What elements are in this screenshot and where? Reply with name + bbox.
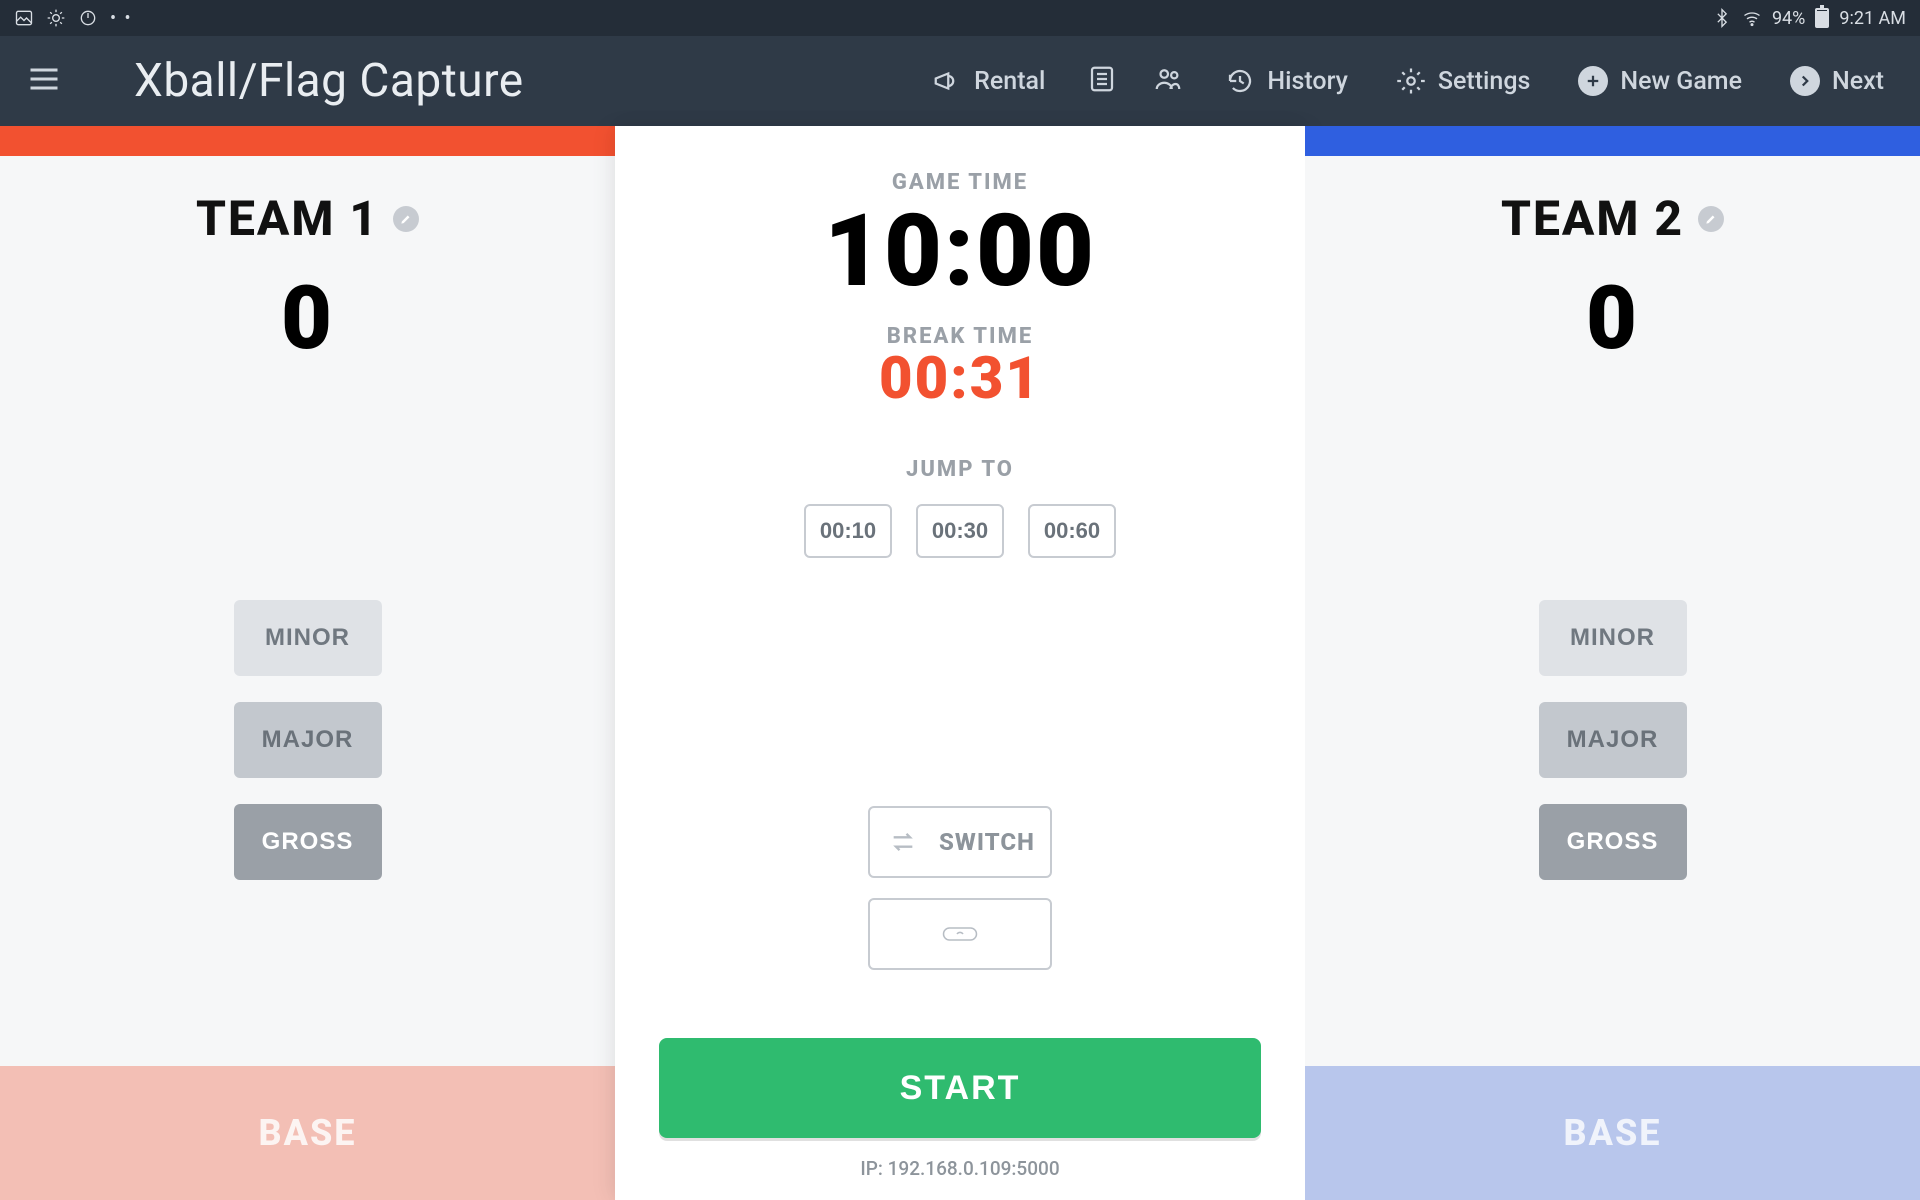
- settings-label: Settings: [1438, 67, 1531, 96]
- team2-base-button[interactable]: BASE: [1305, 1066, 1920, 1200]
- rental-label: Rental: [974, 67, 1045, 96]
- main-content: TEAM 1 0 MINOR MAJOR GROSS BASE GAME TIM…: [0, 126, 1920, 1200]
- team2-panel: TEAM 2 0 MINOR MAJOR GROSS BASE: [1305, 126, 1920, 1200]
- team2-score[interactable]: 0: [1586, 267, 1639, 370]
- jump-to-label: JUMP TO: [906, 457, 1014, 482]
- history-icon: [1225, 66, 1255, 96]
- rental-button[interactable]: Rental: [920, 58, 1057, 104]
- team2-name-row: TEAM 2: [1501, 190, 1724, 247]
- image-icon: [14, 8, 34, 28]
- start-button[interactable]: START: [659, 1038, 1261, 1138]
- android-statusbar: • • 94% 9:21 AM: [0, 0, 1920, 36]
- team1-score[interactable]: 0: [281, 267, 334, 370]
- power-icon: [78, 8, 98, 28]
- center-panel: GAME TIME 10:00 BREAK TIME 00:31 JUMP TO…: [615, 126, 1305, 1200]
- statusbar-left: • •: [14, 8, 133, 29]
- jump-to-row: 00:10 00:30 00:60: [804, 504, 1116, 558]
- new-game-label: New Game: [1620, 67, 1742, 96]
- clock-time: 9:21 AM: [1839, 8, 1906, 29]
- team2-penalties: MINOR MAJOR GROSS: [1539, 600, 1687, 880]
- list-button[interactable]: [1081, 56, 1123, 106]
- team2-gross-button[interactable]: GROSS: [1539, 804, 1687, 880]
- game-time-label: GAME TIME: [892, 170, 1028, 195]
- hamburger-icon: [26, 61, 62, 97]
- sun-icon: [46, 8, 66, 28]
- next-button[interactable]: Next: [1778, 58, 1896, 104]
- statusbar-right: 94% 9:21 AM: [1712, 8, 1906, 29]
- jump-10-button[interactable]: 00:10: [804, 504, 892, 558]
- team1-color-stripe: [0, 126, 615, 156]
- break-time-value: 00:31: [879, 345, 1041, 413]
- plus-circle-icon: [1578, 66, 1608, 96]
- dots-icon: • •: [110, 8, 133, 29]
- team2-major-button[interactable]: MAJOR: [1539, 702, 1687, 778]
- battery-icon: [1815, 8, 1829, 28]
- history-label: History: [1267, 67, 1348, 96]
- team1-penalties: MINOR MAJOR GROSS: [234, 600, 382, 880]
- team1-edit-button[interactable]: [393, 206, 419, 232]
- team1-base-button[interactable]: BASE: [0, 1066, 615, 1200]
- team1-name: TEAM 1: [196, 190, 379, 247]
- chevron-right-circle-icon: [1790, 66, 1820, 96]
- battery-pct: 94%: [1772, 8, 1805, 29]
- gear-icon: [1396, 66, 1426, 96]
- goggles-button[interactable]: [868, 898, 1052, 970]
- team1-panel: TEAM 1 0 MINOR MAJOR GROSS BASE: [0, 126, 615, 1200]
- game-time-value: 10:00: [824, 193, 1096, 310]
- team1-minor-button[interactable]: MINOR: [234, 600, 382, 676]
- settings-button[interactable]: Settings: [1384, 58, 1543, 104]
- history-button[interactable]: History: [1213, 58, 1360, 104]
- team1-gross-button[interactable]: GROSS: [234, 804, 382, 880]
- team2-edit-button[interactable]: [1698, 206, 1724, 232]
- switch-label: SWITCH: [939, 828, 1035, 856]
- bluetooth-icon: [1712, 8, 1732, 28]
- team1-name-row: TEAM 1: [196, 190, 419, 247]
- team2-color-stripe: [1305, 126, 1920, 156]
- pencil-icon: [1704, 212, 1718, 226]
- wifi-icon: [1742, 8, 1762, 28]
- team1-major-button[interactable]: MAJOR: [234, 702, 382, 778]
- players-button[interactable]: [1147, 56, 1189, 106]
- menu-button[interactable]: [18, 53, 70, 109]
- switch-button[interactable]: SWITCH: [868, 806, 1052, 878]
- switch-icon: [885, 828, 921, 856]
- appbar: Xball/Flag Capture Rental History Settin…: [0, 36, 1920, 126]
- team2-minor-button[interactable]: MINOR: [1539, 600, 1687, 676]
- jump-60-button[interactable]: 00:60: [1028, 504, 1116, 558]
- team2-name: TEAM 2: [1501, 190, 1684, 247]
- page-title: Xball/Flag Capture: [134, 54, 524, 108]
- new-game-button[interactable]: New Game: [1566, 58, 1754, 104]
- goggles-icon: [942, 920, 978, 948]
- megaphone-icon: [932, 66, 962, 96]
- next-label: Next: [1832, 67, 1884, 96]
- pencil-icon: [399, 212, 413, 226]
- jump-30-button[interactable]: 00:30: [916, 504, 1004, 558]
- list-icon: [1087, 64, 1117, 94]
- ip-address: IP: 192.168.0.109:5000: [615, 1157, 1305, 1180]
- users-icon: [1153, 64, 1183, 94]
